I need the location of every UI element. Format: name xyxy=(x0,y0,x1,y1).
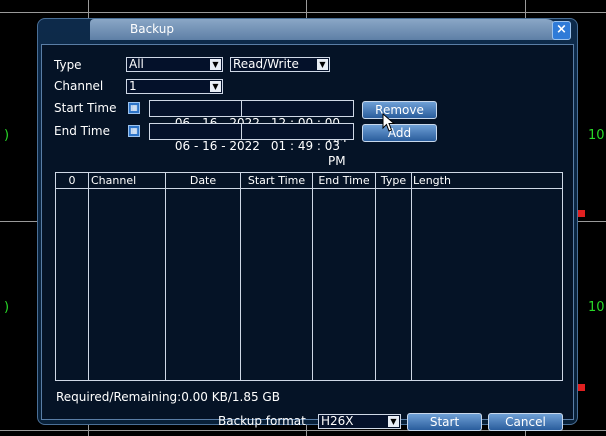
osd-right-text-top: 10 xyxy=(588,128,605,143)
dropdown-arrow-icon[interactable]: ▼ xyxy=(317,59,328,70)
table-header-date[interactable]: Date xyxy=(166,173,240,188)
start-time-label: Start Time xyxy=(54,101,117,115)
end-time-label: End Time xyxy=(54,124,110,138)
backup-format-label: Backup format xyxy=(218,414,306,428)
osd-right-text-bottom: 10 xyxy=(588,300,605,315)
grid-line-horizontal-top xyxy=(0,12,606,13)
dialog-title: Backup xyxy=(130,22,174,36)
column-divider xyxy=(411,173,412,380)
record-indicator-icon xyxy=(577,384,585,391)
start-button[interactable]: Start xyxy=(407,413,482,431)
table-header-type[interactable]: Type xyxy=(376,173,411,188)
column-divider xyxy=(312,173,313,380)
mouse-pointer-icon xyxy=(382,113,396,132)
channel-select-value: 1 xyxy=(129,79,137,93)
channel-select[interactable]: 1 ▼ xyxy=(126,79,223,94)
storage-status-text: Required/Remaining:0.00 KB/1.85 GB xyxy=(56,390,280,404)
type-select-value: All xyxy=(129,57,144,71)
start-date-field[interactable]: 06 - 16 - 2022 xyxy=(149,100,260,130)
column-divider xyxy=(240,173,241,380)
type-label: Type xyxy=(54,58,82,72)
column-divider xyxy=(375,173,376,380)
calendar-icon[interactable]: ▦ xyxy=(128,125,140,137)
end-time-value: 01 : 49 : 03 xyxy=(270,139,341,153)
dropdown-arrow-icon[interactable]: ▼ xyxy=(210,59,221,70)
osd-left-text-top: ) xyxy=(4,128,10,143)
table-header-length[interactable]: Length xyxy=(413,173,473,188)
title-bar[interactable]: Backup xyxy=(90,19,558,40)
table-header-start-time[interactable]: Start Time xyxy=(241,173,312,188)
mode-select[interactable]: Read/Write ▼ xyxy=(230,57,330,72)
end-ampm-value: PM xyxy=(328,154,346,168)
backup-file-table[interactable]: 0 Channel Date Start Time End Time Type … xyxy=(55,172,563,381)
backup-format-value: H26X xyxy=(321,414,354,428)
table-header-end-time[interactable]: End Time xyxy=(313,173,375,188)
backup-format-select[interactable]: H26X ▼ xyxy=(318,414,401,429)
osd-left-text-bottom: ) xyxy=(4,300,10,315)
record-indicator-icon xyxy=(577,210,585,217)
mode-select-value: Read/Write xyxy=(233,57,299,71)
calendar-icon[interactable]: ▦ xyxy=(128,102,140,114)
backup-dialog: Backup × Type All ▼ Read/Write ▼ Channel… xyxy=(37,18,578,431)
dialog-body: Type All ▼ Read/Write ▼ Channel 1 ▼ Star… xyxy=(41,44,574,431)
column-divider xyxy=(88,173,89,380)
add-button[interactable]: Add xyxy=(362,124,437,142)
table-header-channel[interactable]: Channel xyxy=(89,173,167,188)
table-header-index[interactable]: 0 xyxy=(56,173,88,188)
type-select[interactable]: All ▼ xyxy=(126,57,223,72)
end-time-field[interactable]: 01 : 49 : 03 PM xyxy=(241,123,354,168)
end-date-field[interactable]: 06 - 16 - 2022 xyxy=(149,123,260,153)
column-divider xyxy=(165,173,166,380)
remove-button[interactable]: Remove xyxy=(362,101,437,119)
dropdown-arrow-icon[interactable]: ▼ xyxy=(210,81,221,92)
dropdown-arrow-icon[interactable]: ▼ xyxy=(388,416,399,427)
start-time-field[interactable]: 12 : 00 : 00 AM xyxy=(241,100,354,145)
channel-label: Channel xyxy=(54,79,104,93)
cancel-button[interactable]: Cancel xyxy=(488,413,563,431)
close-icon[interactable]: × xyxy=(552,21,571,40)
